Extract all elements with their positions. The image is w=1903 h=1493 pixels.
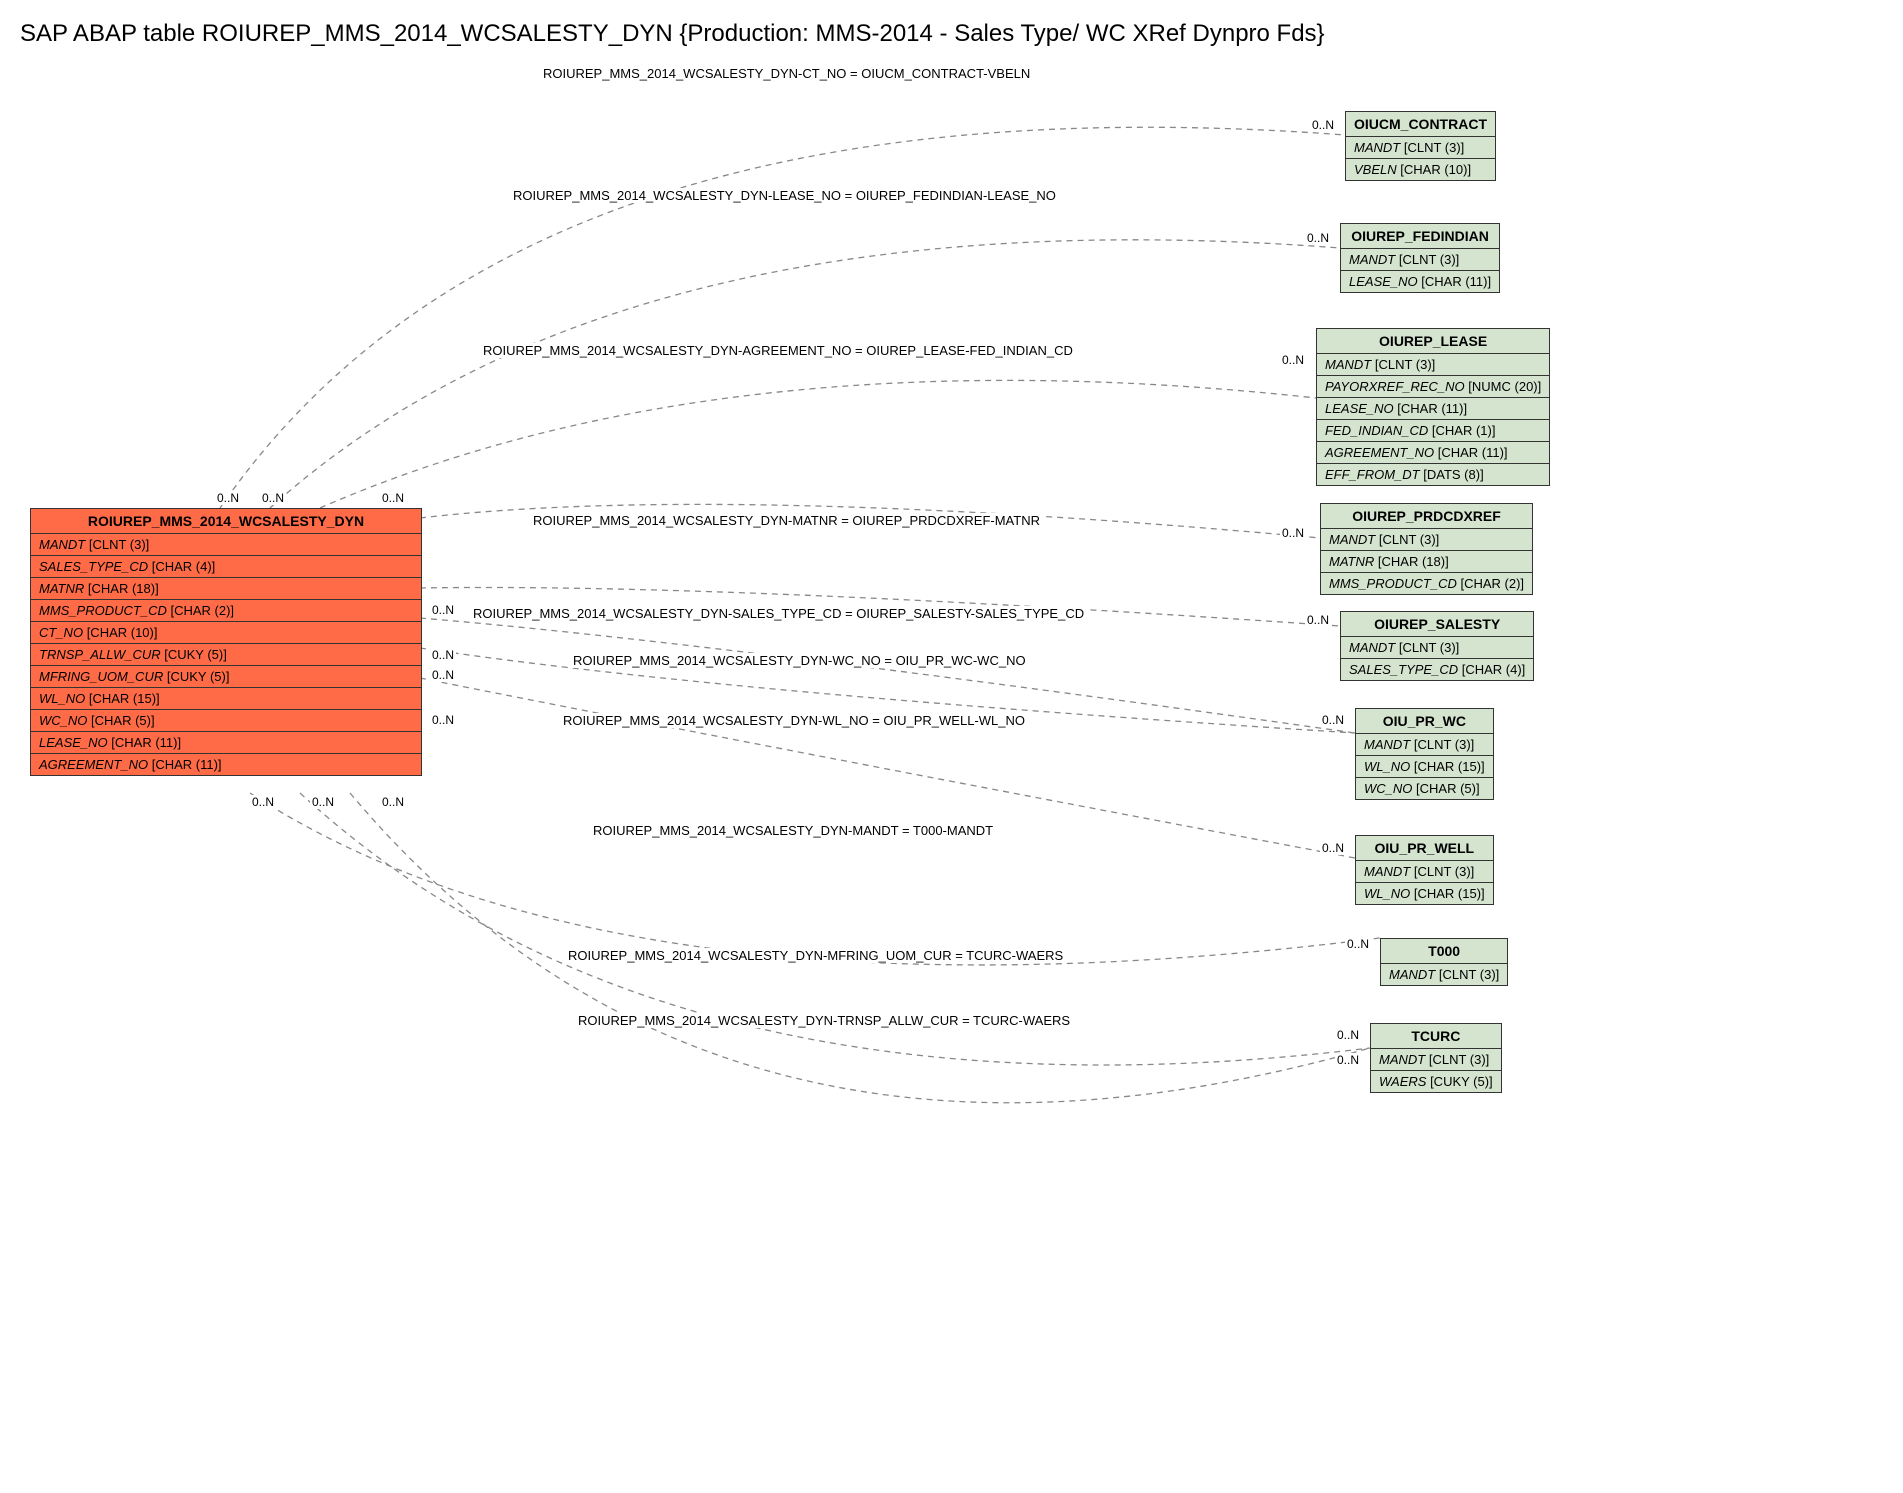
table-row: LEASE_NO [CHAR (11)] xyxy=(31,732,421,754)
table-row: MANDT [CLNT (3)] xyxy=(1341,637,1533,659)
table-row: MFRING_UOM_CUR [CUKY (5)] xyxy=(31,666,421,688)
table-row: MANDT [CLNT (3)] xyxy=(1371,1049,1501,1071)
relation-label: ROIUREP_MMS_2014_WCSALESTY_DYN-CT_NO = O… xyxy=(540,66,1033,81)
table-row: WL_NO [CHAR (15)] xyxy=(1356,883,1493,904)
table-row: MANDT [CLNT (3)] xyxy=(31,534,421,556)
table-row: WC_NO [CHAR (5)] xyxy=(31,710,421,732)
relation-label: ROIUREP_MMS_2014_WCSALESTY_DYN-WL_NO = O… xyxy=(560,713,1028,728)
cardinality-label: 0..N xyxy=(215,491,241,505)
relation-label: ROIUREP_MMS_2014_WCSALESTY_DYN-MFRING_UO… xyxy=(565,948,1066,963)
relation-label: ROIUREP_MMS_2014_WCSALESTY_DYN-AGREEMENT… xyxy=(480,343,1076,358)
er-diagram: ROIUREP_MMS_2014_WCSALESTY_DYN MANDT [CL… xyxy=(20,53,1883,1473)
table-row: PAYORXREF_REC_NO [NUMC (20)] xyxy=(1317,376,1549,398)
cardinality-label: 0..N xyxy=(1305,613,1331,627)
table-row: FED_INDIAN_CD [CHAR (1)] xyxy=(1317,420,1549,442)
cardinality-label: 0..N xyxy=(430,713,456,727)
table-row: MATNR [CHAR (18)] xyxy=(1321,551,1532,573)
relation-label: ROIUREP_MMS_2014_WCSALESTY_DYN-TRNSP_ALL… xyxy=(575,1013,1073,1028)
table-row: MMS_PRODUCT_CD [CHAR (2)] xyxy=(31,600,421,622)
relation-label: ROIUREP_MMS_2014_WCSALESTY_DYN-WC_NO = O… xyxy=(570,653,1029,668)
entity-name: T000 xyxy=(1381,939,1507,964)
cardinality-label: 0..N xyxy=(1310,118,1336,132)
table-row: VBELN [CHAR (10)] xyxy=(1346,159,1495,180)
ref-entity-tcurc: TCURC MANDT [CLNT (3)] WAERS [CUKY (5)] xyxy=(1370,1023,1502,1093)
table-row: MANDT [CLNT (3)] xyxy=(1381,964,1507,985)
table-row: WL_NO [CHAR (15)] xyxy=(1356,756,1493,778)
table-row: CT_NO [CHAR (10)] xyxy=(31,622,421,644)
relation-label: ROIUREP_MMS_2014_WCSALESTY_DYN-LEASE_NO … xyxy=(510,188,1059,203)
cardinality-label: 0..N xyxy=(380,491,406,505)
cardinality-label: 0..N xyxy=(1335,1028,1361,1042)
table-row: LEASE_NO [CHAR (11)] xyxy=(1341,271,1499,292)
entity-name: OIUREP_LEASE xyxy=(1317,329,1549,354)
table-row: WL_NO [CHAR (15)] xyxy=(31,688,421,710)
relation-label: ROIUREP_MMS_2014_WCSALESTY_DYN-MATNR = O… xyxy=(530,513,1043,528)
cardinality-label: 0..N xyxy=(1345,937,1371,951)
ref-entity-t000: T000 MANDT [CLNT (3)] xyxy=(1380,938,1508,986)
table-row: MANDT [CLNT (3)] xyxy=(1321,529,1532,551)
page-title: SAP ABAP table ROIUREP_MMS_2014_WCSALEST… xyxy=(20,20,1883,48)
ref-entity-oiu-pr-wc: OIU_PR_WC MANDT [CLNT (3)] WL_NO [CHAR (… xyxy=(1355,708,1494,800)
table-row: SALES_TYPE_CD [CHAR (4)] xyxy=(1341,659,1533,680)
entity-name: OIUREP_FEDINDIAN xyxy=(1341,224,1499,249)
table-row: SALES_TYPE_CD [CHAR (4)] xyxy=(31,556,421,578)
entity-name: TCURC xyxy=(1371,1024,1501,1049)
entity-name: OIUCM_CONTRACT xyxy=(1346,112,1495,137)
table-row: EFF_FROM_DT [DATS (8)] xyxy=(1317,464,1549,485)
cardinality-label: 0..N xyxy=(1280,526,1306,540)
table-row: LEASE_NO [CHAR (11)] xyxy=(1317,398,1549,420)
table-row: MATNR [CHAR (18)] xyxy=(31,578,421,600)
table-row: MANDT [CLNT (3)] xyxy=(1346,137,1495,159)
cardinality-label: 0..N xyxy=(260,491,286,505)
ref-entity-oiu-pr-well: OIU_PR_WELL MANDT [CLNT (3)] WL_NO [CHAR… xyxy=(1355,835,1494,905)
table-row: MANDT [CLNT (3)] xyxy=(1356,734,1493,756)
cardinality-label: 0..N xyxy=(1320,841,1346,855)
relation-label: ROIUREP_MMS_2014_WCSALESTY_DYN-MANDT = T… xyxy=(590,823,996,838)
cardinality-label: 0..N xyxy=(380,795,406,809)
main-entity-name: ROIUREP_MMS_2014_WCSALESTY_DYN xyxy=(31,509,421,534)
table-row: MMS_PRODUCT_CD [CHAR (2)] xyxy=(1321,573,1532,594)
table-row: MANDT [CLNT (3)] xyxy=(1356,861,1493,883)
ref-entity-oiurep-salesty: OIUREP_SALESTY MANDT [CLNT (3)] SALES_TY… xyxy=(1340,611,1534,681)
entity-name: OIUREP_PRDCDXREF xyxy=(1321,504,1532,529)
cardinality-label: 0..N xyxy=(430,668,456,682)
cardinality-label: 0..N xyxy=(310,795,336,809)
table-row: MANDT [CLNT (3)] xyxy=(1341,249,1499,271)
cardinality-label: 0..N xyxy=(1335,1053,1361,1067)
main-entity-table: ROIUREP_MMS_2014_WCSALESTY_DYN MANDT [CL… xyxy=(30,508,422,776)
ref-entity-oiurep-lease: OIUREP_LEASE MANDT [CLNT (3)] PAYORXREF_… xyxy=(1316,328,1550,486)
ref-entity-oiurep-prdcdxref: OIUREP_PRDCDXREF MANDT [CLNT (3)] MATNR … xyxy=(1320,503,1533,595)
entity-name: OIU_PR_WC xyxy=(1356,709,1493,734)
table-row: MANDT [CLNT (3)] xyxy=(1317,354,1549,376)
cardinality-label: 0..N xyxy=(1280,353,1306,367)
table-row: WAERS [CUKY (5)] xyxy=(1371,1071,1501,1092)
cardinality-label: 0..N xyxy=(250,795,276,809)
entity-name: OIUREP_SALESTY xyxy=(1341,612,1533,637)
ref-entity-oiucm-contract: OIUCM_CONTRACT MANDT [CLNT (3)] VBELN [C… xyxy=(1345,111,1496,181)
ref-entity-oiurep-fedindian: OIUREP_FEDINDIAN MANDT [CLNT (3)] LEASE_… xyxy=(1340,223,1500,293)
cardinality-label: 0..N xyxy=(1320,713,1346,727)
cardinality-label: 0..N xyxy=(1305,231,1331,245)
cardinality-label: 0..N xyxy=(430,603,456,617)
cardinality-label: 0..N xyxy=(430,648,456,662)
entity-name: OIU_PR_WELL xyxy=(1356,836,1493,861)
relation-label: ROIUREP_MMS_2014_WCSALESTY_DYN-SALES_TYP… xyxy=(470,606,1087,621)
table-row: TRNSP_ALLW_CUR [CUKY (5)] xyxy=(31,644,421,666)
table-row: AGREEMENT_NO [CHAR (11)] xyxy=(31,754,421,775)
table-row: AGREEMENT_NO [CHAR (11)] xyxy=(1317,442,1549,464)
table-row: WC_NO [CHAR (5)] xyxy=(1356,778,1493,799)
